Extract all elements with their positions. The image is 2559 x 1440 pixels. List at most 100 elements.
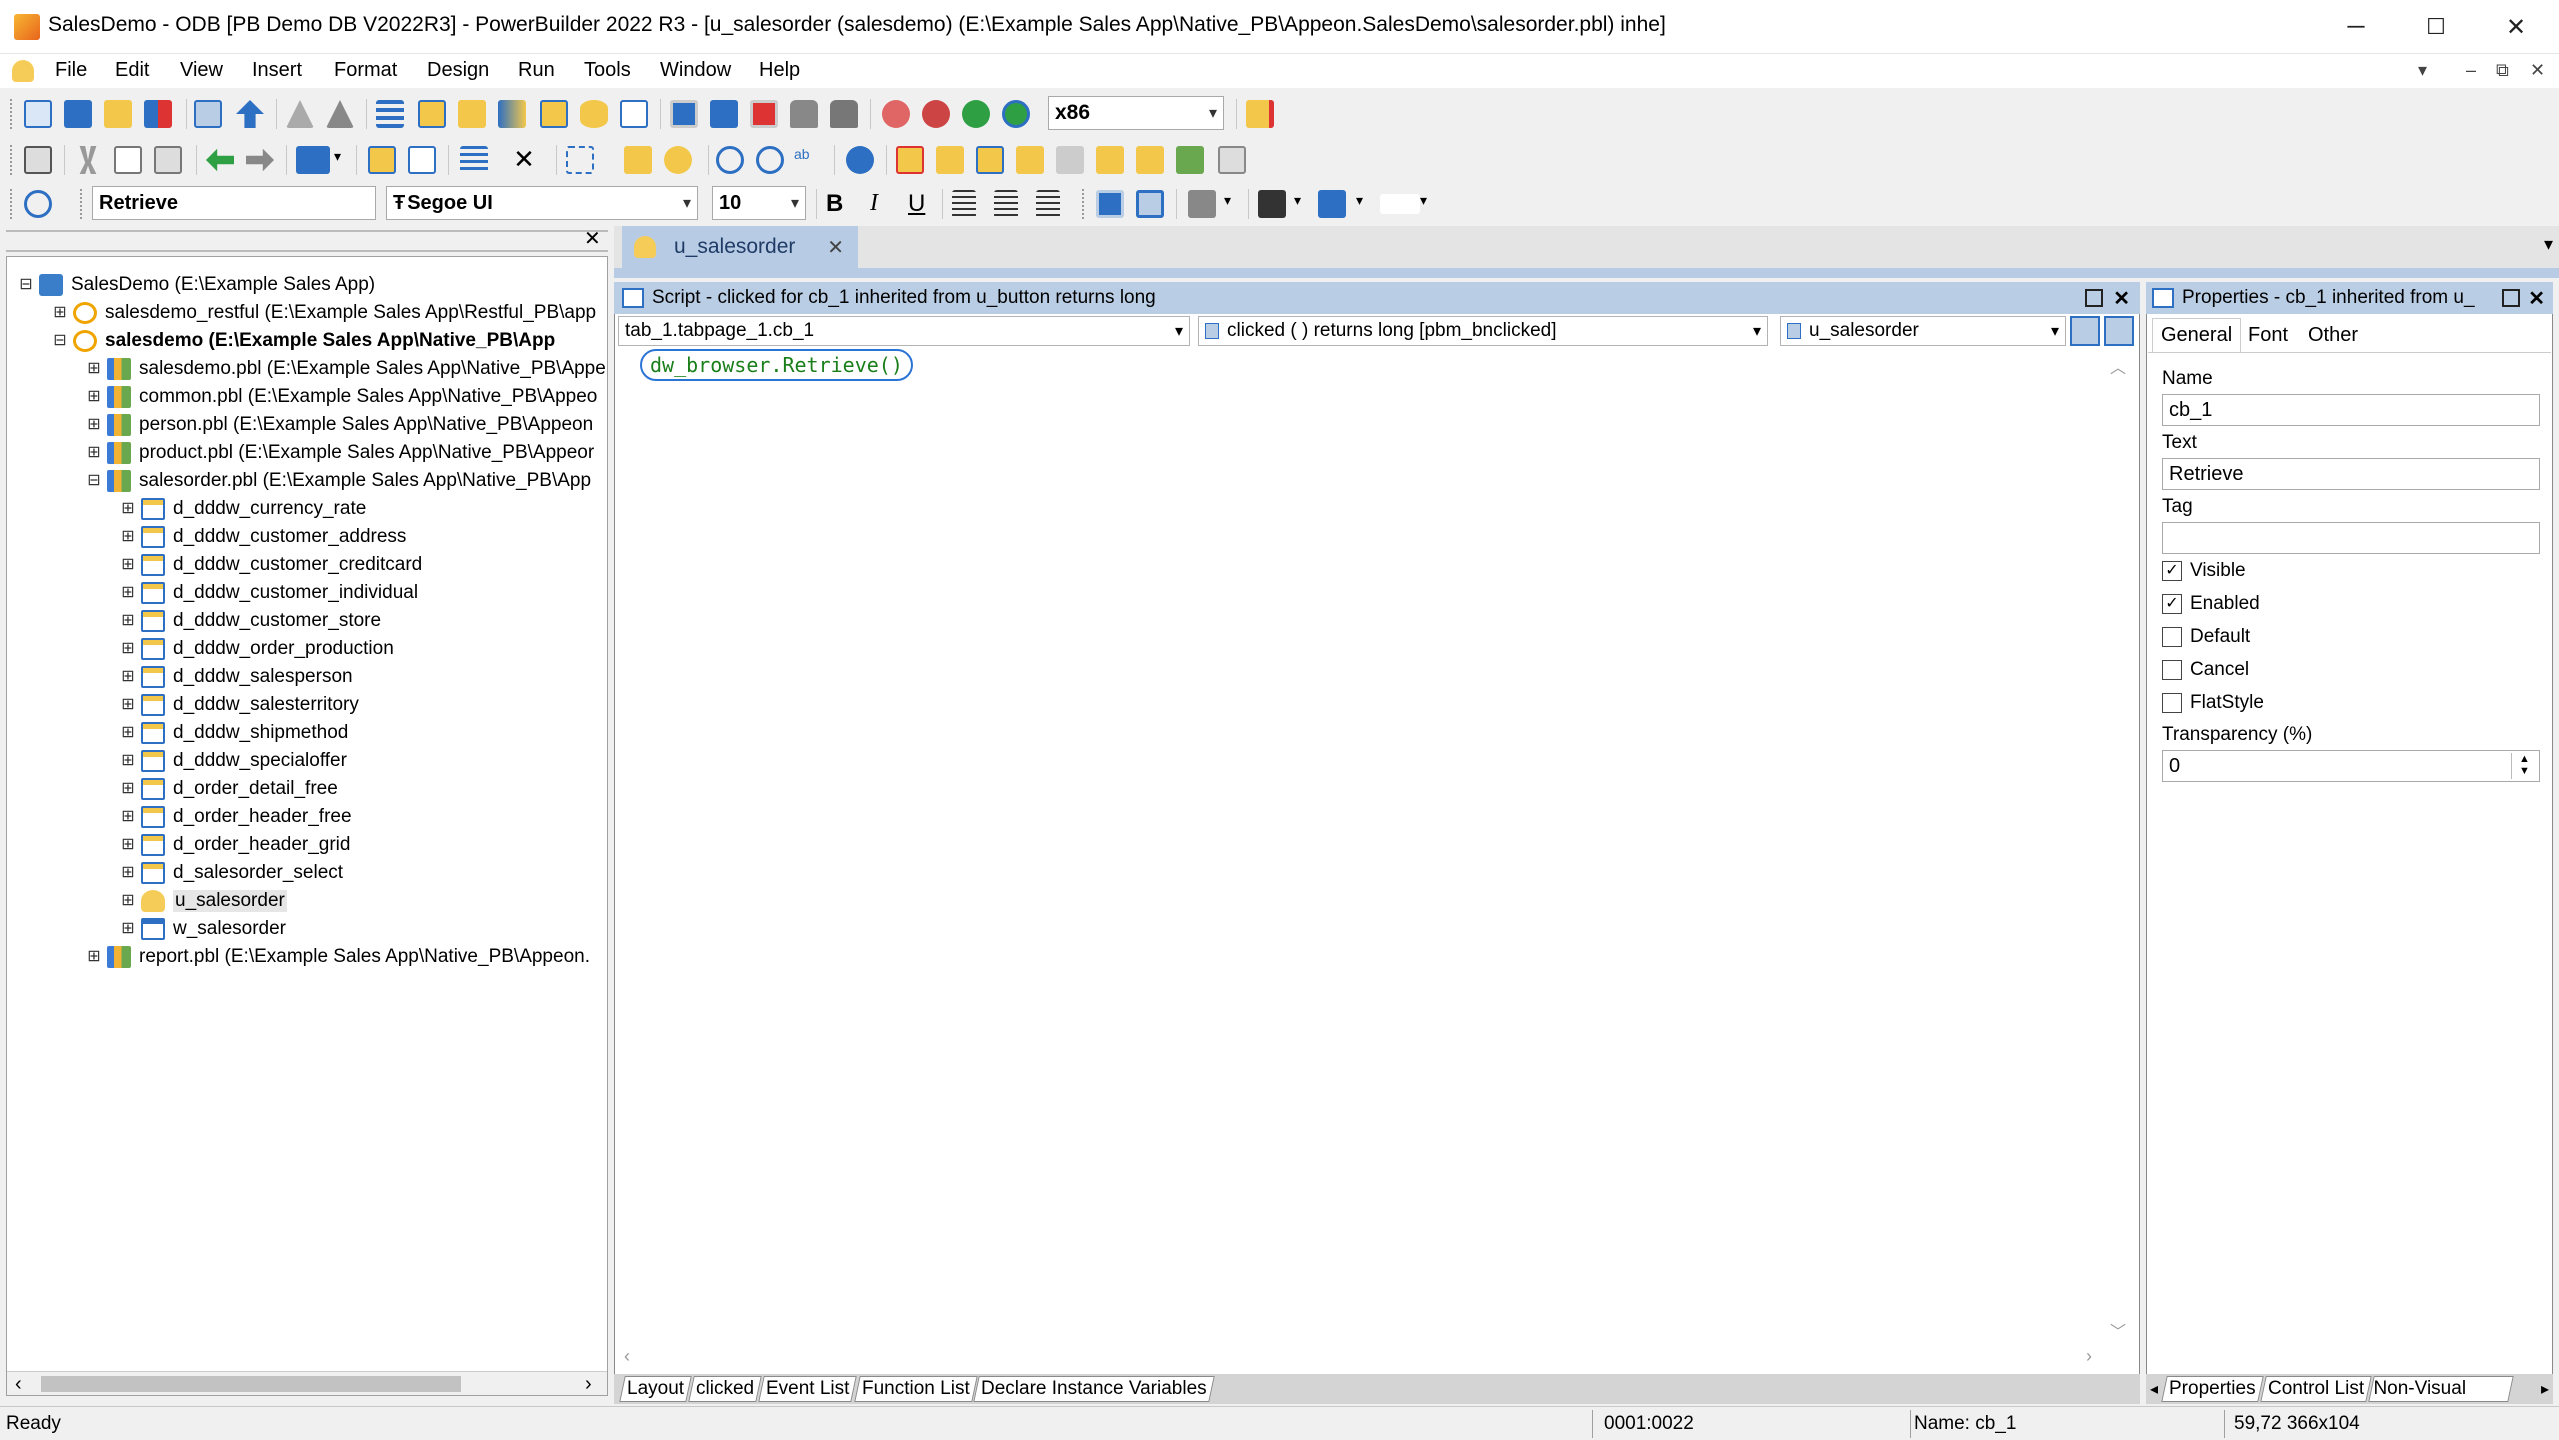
menu-file[interactable]: File <box>55 59 87 82</box>
scroll-up-icon[interactable]: ︿ <box>2110 354 2126 378</box>
tree-item[interactable]: ⊞ u_salesorder <box>121 887 287 915</box>
expand-icon[interactable]: ⊞ <box>87 361 101 377</box>
new-icon[interactable] <box>24 100 52 128</box>
italic-button[interactable]: I <box>870 190 878 217</box>
pbl-icon[interactable] <box>498 100 526 128</box>
tree-hscrollbar[interactable]: ‹ › <box>7 1371 607 1395</box>
bold-button[interactable]: B <box>826 190 843 218</box>
run-icon[interactable] <box>670 100 698 128</box>
tree-panel-close[interactable]: ✕ <box>584 226 601 251</box>
space-controls-icon[interactable] <box>1258 190 1286 218</box>
view-tab-event-list[interactable]: Event List <box>758 1376 858 1402</box>
sql-icon[interactable] <box>936 146 964 174</box>
debug-stop-icon[interactable] <box>922 100 950 128</box>
maximize-pane-icon[interactable] <box>2502 289 2521 307</box>
flatstyle-checkbox[interactable]: FlatStyle <box>2162 692 2264 714</box>
spinner-arrows-icon[interactable]: ▲ ▼ <box>2511 753 2537 779</box>
open-icon[interactable] <box>104 100 132 128</box>
view-tab-declare-instance[interactable]: Declare Instance Variables <box>973 1376 1215 1402</box>
expand-icon[interactable]: ⊞ <box>87 949 101 965</box>
script-icon[interactable] <box>624 146 652 174</box>
menu-edit[interactable]: Edit <box>115 59 149 82</box>
bottom-tab-properties[interactable]: Properties <box>2161 1376 2264 1402</box>
layout-icon[interactable] <box>368 146 396 174</box>
menu-help[interactable]: Help <box>759 59 800 82</box>
database-painter-icon[interactable] <box>540 100 568 128</box>
chevron-down-icon[interactable]: ▾ <box>1420 192 1427 209</box>
maximize-pane-icon[interactable] <box>2085 289 2104 307</box>
link-icon[interactable] <box>24 190 52 218</box>
filter-icon[interactable] <box>1056 146 1084 174</box>
deploy-icon[interactable] <box>236 100 264 128</box>
expand-icon[interactable]: ⊞ <box>121 697 135 713</box>
mdi-restore-button[interactable]: ⧉ <box>2496 60 2509 81</box>
menu-window[interactable]: Window <box>660 59 731 82</box>
scroll-left-icon[interactable]: ‹ <box>15 1373 22 1396</box>
cut-icon[interactable] <box>79 146 97 174</box>
tree-item[interactable]: ⊞ d_dddw_currency_rate <box>121 495 366 523</box>
expand-icon[interactable]: ⊞ <box>121 781 135 797</box>
visible-checkbox[interactable]: ✓ Visible <box>2162 560 2246 582</box>
menu-view[interactable]: View <box>180 59 223 82</box>
tree-item[interactable]: ⊞ report.pbl (E:\Example Sales App\Native… <box>87 943 590 971</box>
align-left-icon[interactable] <box>952 190 976 218</box>
list-icon[interactable] <box>376 100 404 128</box>
select-run-icon[interactable] <box>1002 100 1030 128</box>
retrieve-icon[interactable] <box>1016 146 1044 174</box>
tree-panel-grip[interactable] <box>6 230 608 252</box>
close-pane-icon[interactable]: ✕ <box>2528 286 2545 311</box>
tree-item[interactable]: ⊞ common.pbl (E:\Example Sales App\Native… <box>87 383 597 411</box>
stop-icon[interactable] <box>750 100 778 128</box>
menu-tools[interactable]: Tools <box>584 59 631 82</box>
enabled-checkbox[interactable]: ✓ Enabled <box>2162 593 2260 615</box>
minimize-button[interactable]: ─ <box>2316 0 2396 54</box>
query-icon[interactable] <box>976 146 1004 174</box>
sort-icon[interactable] <box>1096 146 1124 174</box>
delete-icon[interactable]: ✕ <box>510 146 538 174</box>
tree-item[interactable]: ⊞ salesdemo_restful (E:\Example Sales App… <box>53 299 596 327</box>
database-icon[interactable] <box>580 100 608 128</box>
object-select[interactable]: tab_1.tabpage_1.cb_1 ▾ <box>618 316 1190 346</box>
toolbar-grip[interactable] <box>80 189 84 219</box>
platform-select[interactable]: x86 ▾ <box>1048 96 1224 130</box>
expand-icon[interactable]: ⊞ <box>121 753 135 769</box>
hscroll-left-icon[interactable]: ‹ <box>624 1346 630 1367</box>
tree-item[interactable]: ⊞ d_dddw_specialoffer <box>121 747 347 775</box>
paste-icon[interactable] <box>154 146 182 174</box>
bottom-tab-control-list[interactable]: Control List <box>2259 1376 2372 1402</box>
text-field[interactable]: Retrieve <box>2162 458 2540 490</box>
ancestor-select[interactable]: u_salesorder ▾ <box>1780 316 2066 346</box>
expand-icon[interactable]: ⊞ <box>121 557 135 573</box>
mdi-dropdown-button[interactable]: ▾ <box>2418 60 2427 81</box>
chevron-down-icon[interactable]: ▾ <box>1356 192 1363 209</box>
tree-item[interactable]: ⊞ d_order_header_grid <box>121 831 350 859</box>
view-tab-layout[interactable]: Layout <box>619 1376 692 1402</box>
tree-item[interactable]: ⊞ d_salesorder_select <box>121 859 343 887</box>
copy-icon[interactable] <box>114 146 142 174</box>
tree-item[interactable]: ⊞ w_salesorder <box>121 915 286 943</box>
props-tab-font[interactable]: Font <box>2240 318 2296 352</box>
tree-item[interactable]: ⊞ d_dddw_customer_creditcard <box>121 551 422 579</box>
size-controls-icon[interactable] <box>1318 190 1346 218</box>
preview-icon[interactable] <box>408 146 436 174</box>
undo-icon[interactable] <box>206 148 234 172</box>
expand-icon[interactable]: ⊞ <box>121 641 135 657</box>
tree-item[interactable]: ⊞ d_dddw_customer_address <box>121 523 406 551</box>
menu-run[interactable]: Run <box>518 59 555 82</box>
cancel-checkbox[interactable]: Cancel <box>2162 659 2249 681</box>
mdi-minimize-button[interactable]: – <box>2466 60 2476 81</box>
deploy-server-icon[interactable] <box>790 100 818 128</box>
insert-row-icon[interactable] <box>1136 146 1164 174</box>
tree-item[interactable]: ⊞ d_dddw_shipmethod <box>121 719 348 747</box>
collapse-icon[interactable]: ⊟ <box>53 333 67 349</box>
object-text-input[interactable]: Retrieve <box>92 186 376 220</box>
datawindow-icon[interactable] <box>896 146 924 174</box>
exit-icon[interactable] <box>1246 100 1274 128</box>
inherit-icon[interactable] <box>64 100 92 128</box>
scroll-thumb[interactable] <box>41 1376 461 1392</box>
tree-item[interactable]: ⊞ d_dddw_salesterritory <box>121 691 359 719</box>
expand-icon[interactable]: ⊞ <box>121 585 135 601</box>
tree-item[interactable]: ⊞ d_dddw_salesperson <box>121 663 353 691</box>
replace-icon[interactable]: ab <box>794 146 822 174</box>
tab-order-icon[interactable] <box>460 146 488 174</box>
